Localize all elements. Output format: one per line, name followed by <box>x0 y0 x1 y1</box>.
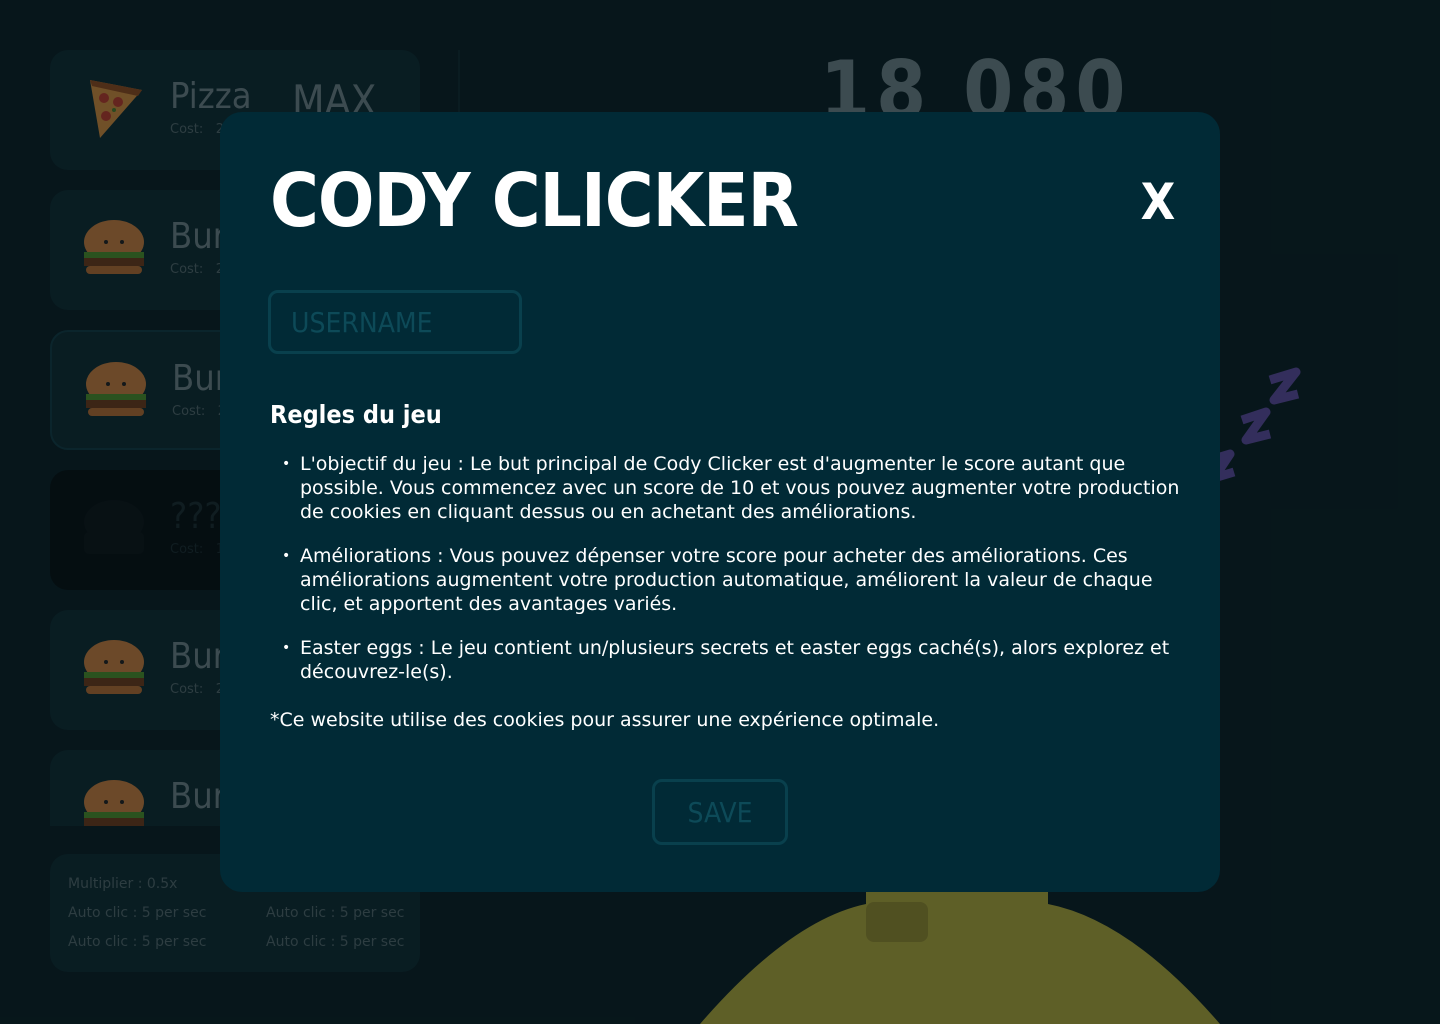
rules-list: L'objectif du jeu : Le but principal de … <box>270 452 1190 704</box>
username-input[interactable] <box>268 290 522 354</box>
rule-item: Améliorations : Vous pouvez dépenser vot… <box>282 544 1190 616</box>
rules-modal: CODY CLICKER X Regles du jeu L'objectif … <box>220 112 1220 892</box>
rules-heading: Regles du jeu <box>270 400 442 429</box>
save-button[interactable]: SAVE <box>652 779 788 845</box>
rule-item: Easter eggs : Le jeu contient un/plusieu… <box>282 636 1190 684</box>
rule-item: L'objectif du jeu : Le but principal de … <box>282 452 1190 524</box>
cookie-notice: *Ce website utilise des cookies pour ass… <box>270 709 940 731</box>
close-button[interactable]: X <box>1138 174 1178 230</box>
modal-title: CODY CLICKER <box>270 158 799 244</box>
